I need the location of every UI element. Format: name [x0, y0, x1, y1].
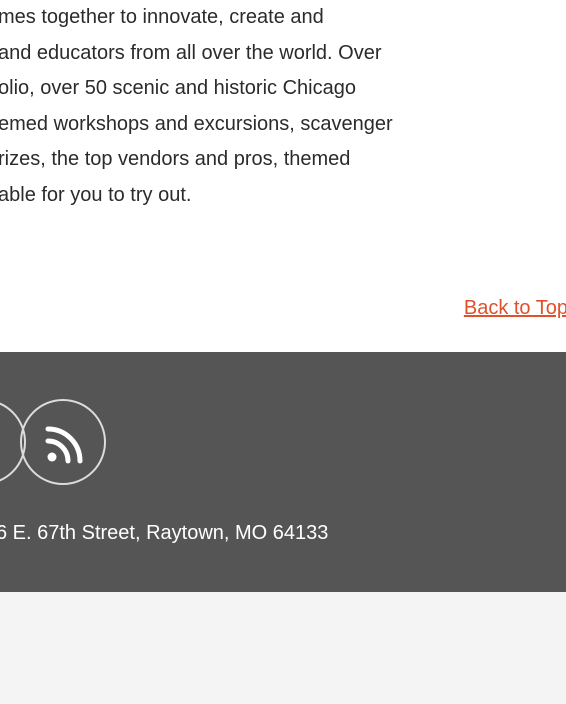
paragraph-line: mes together to innovate, create and: [0, 6, 324, 28]
site-footer: 6 E. 67th Street, Raytown, MO 64133: [0, 352, 566, 592]
footer-address: 6 E. 67th Street, Raytown, MO 64133: [0, 522, 329, 544]
main-content: mes together to innovate, create and and…: [0, 0, 566, 352]
rss-icon[interactable]: [20, 399, 106, 485]
back-to-top-link[interactable]: Back to Top: [464, 296, 566, 320]
rss-glyph-icon: [45, 426, 83, 464]
paragraph-line: rizes, the top vendors and pros, themed: [0, 148, 351, 170]
paragraph-line: able for you to try out.: [0, 183, 192, 206]
page-bottom-area: [0, 592, 566, 704]
paragraph-line: olio, over 50 scenic and historic Chicag…: [0, 77, 356, 99]
paragraph-line: and educators from all over the world. O…: [0, 41, 382, 64]
paragraph-line: emed workshops and excursions, scavenger: [0, 112, 393, 135]
article-paragraph: mes together to innovate, create and and…: [0, 0, 566, 213]
